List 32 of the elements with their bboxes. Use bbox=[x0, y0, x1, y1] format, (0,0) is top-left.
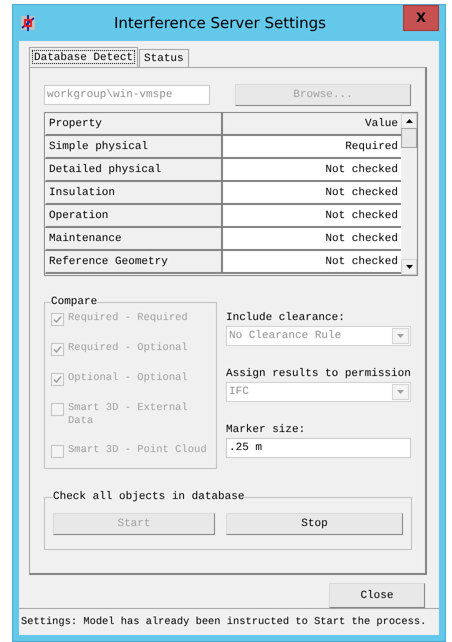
group-title: Compare bbox=[51, 296, 98, 308]
checkbox-label: Smart 3D - External Data bbox=[68, 402, 189, 428]
app-icon bbox=[19, 14, 37, 32]
checkbox-label: Required - Required bbox=[68, 312, 188, 325]
close-dialog-button[interactable]: Close bbox=[329, 583, 425, 608]
marker-size-field[interactable]: .25 m bbox=[226, 438, 411, 458]
group-title: Check all objects in database bbox=[53, 491, 244, 503]
table-cell: Reference Geometry bbox=[45, 251, 223, 274]
action-button[interactable]: Stop bbox=[226, 513, 403, 535]
scrollbar[interactable] bbox=[401, 113, 417, 275]
field-label: Include clearance: bbox=[226, 312, 346, 324]
field-label: Assign results to permission bbox=[226, 368, 411, 380]
table-cell: Operation bbox=[45, 205, 223, 228]
table-cell: Insulation bbox=[45, 182, 223, 205]
up-arrow-icon bbox=[406, 119, 412, 123]
table-cell: Maintenance bbox=[45, 228, 223, 251]
tab[interactable]: Database Detect bbox=[29, 47, 138, 67]
column-header[interactable]: Property bbox=[45, 113, 223, 136]
down-arrow-icon bbox=[406, 265, 412, 269]
table-cell: Detailed physical bbox=[45, 159, 223, 182]
scrollbar-thumb[interactable] bbox=[401, 128, 417, 148]
window-close-button[interactable]: X bbox=[403, 5, 439, 31]
column-header[interactable]: Value bbox=[223, 113, 401, 136]
caret-icon bbox=[397, 390, 404, 394]
checkbox-label: Smart 3D - Point Cloud bbox=[68, 444, 207, 457]
table-cell: Simple physical bbox=[45, 136, 223, 159]
window-title: Interference Server Settings bbox=[112, 14, 327, 32]
tab[interactable]: Status bbox=[139, 49, 189, 67]
checkbox-label: Optional - Optional bbox=[68, 372, 188, 385]
field-label: Marker size: bbox=[226, 424, 306, 436]
checkbox-label: Required - Optional bbox=[68, 342, 188, 355]
caret-icon bbox=[397, 334, 404, 338]
